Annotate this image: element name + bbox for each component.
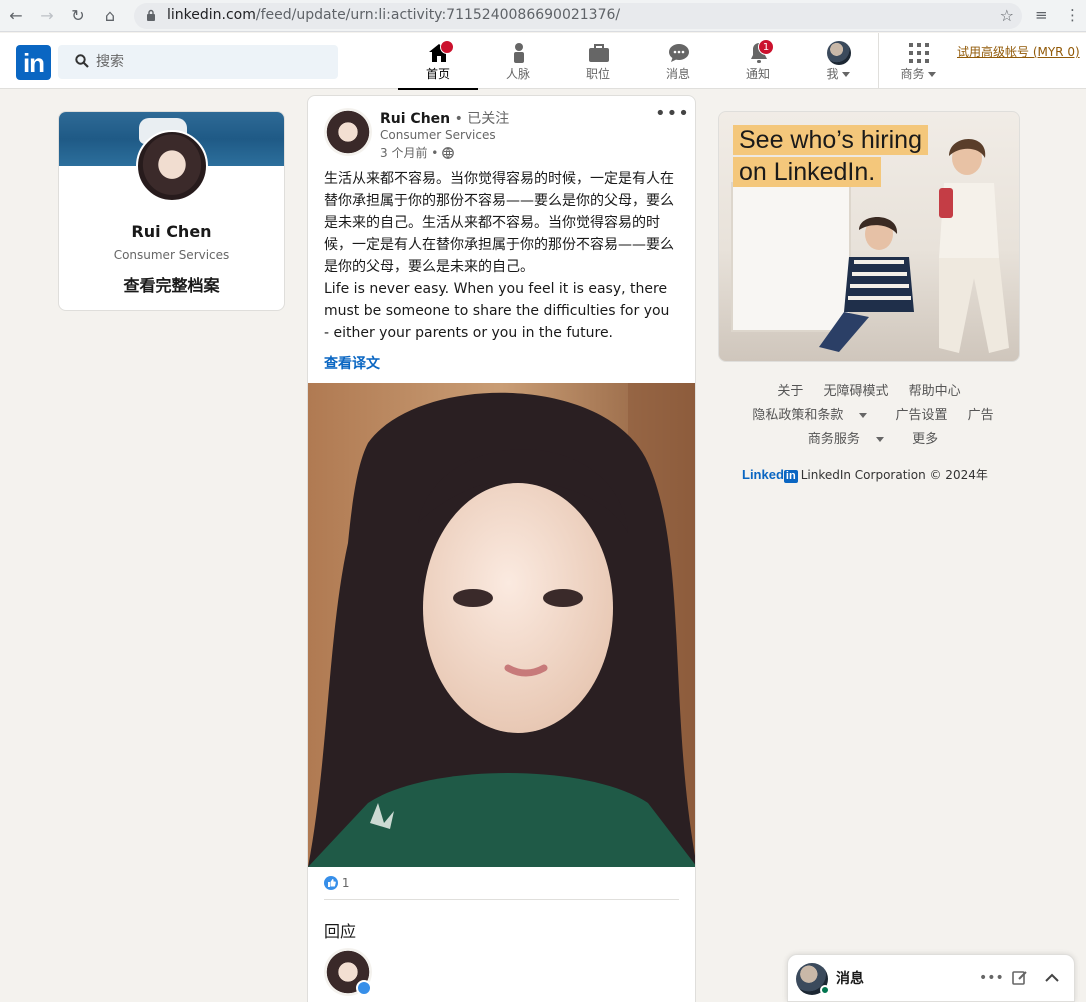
nav-jobs-label: 职位 [585, 67, 610, 81]
post-text-en: Life is never easy. When you feel it is … [324, 281, 670, 341]
chevron-up-icon[interactable] [1043, 969, 1061, 987]
footer-brand: Linked in LinkedIn Corporation © 2024年 [742, 466, 988, 483]
footer-ads-link[interactable]: 广告 [968, 408, 994, 423]
globe-icon [442, 147, 455, 159]
back-icon[interactable]: ← [6, 6, 26, 26]
home-dot-badge [440, 40, 454, 54]
post-text-zh: 生活从来都不容易。当你觉得容易的时候，一定是有人在替你承担属于你的那份不容易——… [324, 171, 674, 275]
global-nav: in 首页 人脉 职位 消息 1 通知 我 商务 试用高级帐号 (MYR 0 [0, 33, 1086, 90]
nav-me[interactable]: 我 [798, 33, 878, 89]
messaging-title[interactable]: 消息 [836, 968, 864, 988]
ad-headline-line1: See who’s hiring [733, 125, 928, 155]
messaging-overlay[interactable]: 消息 ••• [787, 954, 1075, 1002]
nav-home[interactable]: 首页 [398, 33, 478, 90]
notification-count-badge: 1 [758, 39, 774, 55]
author-avatar[interactable] [324, 108, 372, 156]
nav-business-label: 商务 [900, 67, 925, 81]
reaction-count[interactable]: 1 [342, 876, 350, 890]
chat-icon [669, 44, 689, 62]
search-input[interactable] [96, 51, 326, 73]
compose-icon[interactable] [1011, 969, 1029, 987]
footer-help-link[interactable]: 帮助中心 [909, 384, 961, 399]
hiring-ad[interactable]: See who’s hiring on LinkedIn. [718, 111, 1020, 362]
post-body: 生活从来都不容易。当你觉得容易的时候，一定是有人在替你承担属于你的那份不容易——… [324, 168, 676, 344]
grid-icon [909, 43, 929, 63]
nav-business[interactable]: 商务 [878, 33, 958, 89]
caret-down-icon [859, 413, 868, 418]
people-icon [514, 43, 524, 63]
lock-icon [147, 9, 155, 21]
home-icon[interactable]: ⌂ [100, 6, 120, 26]
caret-down-icon [841, 72, 850, 77]
nav-network-label: 人脉 [505, 67, 530, 81]
profile-avatar[interactable] [136, 130, 208, 202]
view-full-profile-link[interactable]: 查看完整档案 [59, 272, 284, 296]
footer-links: 关于 无障碍模式 帮助中心 隐私政策和条款 广告设置 广告 商务服务 更多 [718, 380, 1020, 452]
reading-list-icon[interactable]: ≡ [1035, 6, 1048, 24]
nav-messaging-label: 消息 [665, 67, 690, 81]
search-box[interactable] [58, 45, 338, 79]
forward-icon[interactable]: → [37, 6, 57, 26]
profile-card: Rui Chen Consumer Services 查看完整档案 [58, 111, 285, 311]
footer-privacy-link[interactable]: 隐私政策和条款 [752, 408, 843, 423]
bookmark-star-icon[interactable]: ☆ [1000, 6, 1014, 25]
more-options-icon[interactable]: ••• [655, 105, 689, 124]
footer-ad-settings-link[interactable]: 广告设置 [895, 408, 947, 423]
nav-home-label: 首页 [425, 67, 450, 81]
url-text: linkedin.com/feed/update/urn:li:activity… [167, 7, 621, 23]
footer-more-link[interactable]: 更多 [912, 432, 938, 447]
like-reaction-icon[interactable] [324, 876, 338, 890]
briefcase-icon [589, 44, 609, 62]
nav-notifications-label: 通知 [745, 67, 770, 81]
follow-status: • 已关注 [454, 111, 510, 127]
linkedin-wordmark: Linked in [742, 467, 798, 483]
copyright-text: LinkedIn Corporation © 2024年 [800, 468, 988, 482]
nav-notifications[interactable]: 1 通知 [718, 33, 798, 89]
divider [324, 899, 679, 900]
profile-name[interactable]: Rui Chen [59, 222, 284, 241]
footer-accessibility-link[interactable]: 无障碍模式 [823, 384, 888, 399]
address-bar[interactable]: linkedin.com/feed/update/urn:li:activity… [134, 3, 1022, 29]
profile-headline: Consumer Services [113, 248, 230, 262]
more-options-icon[interactable]: ••• [979, 969, 1004, 987]
nav-me-label: 我 [826, 67, 839, 81]
ad-person-image [939, 139, 1009, 353]
browser-menu-icon[interactable]: ⋮ [1065, 6, 1080, 24]
ad-person-image [819, 216, 914, 352]
portrait-photo [308, 383, 695, 867]
reload-icon[interactable]: ↻ [68, 6, 88, 26]
post-card: Rui Chen • 已关注 Consumer Services 3 个月前 •… [307, 95, 696, 1002]
author-name[interactable]: Rui Chen [380, 111, 450, 127]
author-headline: Consumer Services [380, 128, 496, 142]
ad-headline-line2: on LinkedIn. [733, 157, 882, 187]
online-status-icon [820, 985, 830, 995]
post-image[interactable] [308, 383, 695, 867]
me-avatar [827, 41, 851, 65]
post-time: 3 个月前 • [380, 146, 439, 160]
comments-heading: 回应 [324, 922, 357, 941]
like-badge-icon [356, 980, 372, 996]
caret-down-icon [875, 437, 884, 442]
linkedin-logo[interactable]: in [16, 45, 51, 80]
footer-about-link[interactable]: 关于 [777, 384, 803, 399]
caret-down-icon [927, 72, 936, 77]
footer-business-services-link[interactable]: 商务服务 [808, 432, 860, 447]
search-icon [75, 54, 89, 68]
browser-toolbar: ← → ↻ ⌂ linkedin.com/feed/update/urn:li:… [0, 0, 1086, 32]
premium-trial-link[interactable]: 试用高级帐号 (MYR 0) [957, 43, 1080, 60]
nav-messaging[interactable]: 消息 [638, 33, 718, 89]
nav-jobs[interactable]: 职位 [558, 33, 638, 89]
see-translation-link[interactable]: 查看译文 [324, 353, 380, 373]
nav-network[interactable]: 人脉 [478, 33, 558, 89]
